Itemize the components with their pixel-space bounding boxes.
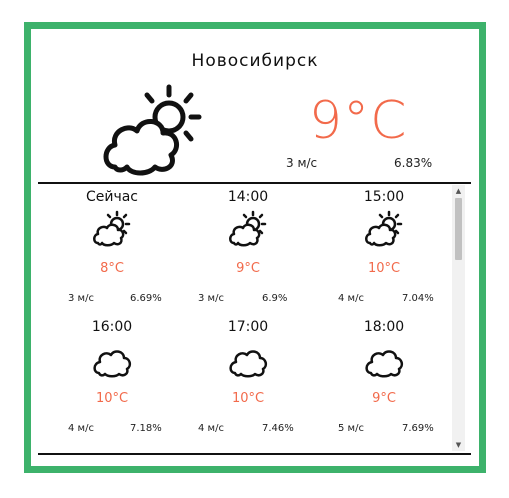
partly-cloudy-icon	[228, 209, 268, 249]
hourly-forecast-list[interactable]: Сейчас 8°C 3 м/с 6.69% 14:00 9°C 3 м/с 6.9% 15:0…	[38, 185, 466, 451]
forecast-humidity: 6.9%	[262, 293, 288, 304]
scrollbar-thumb[interactable]	[455, 198, 462, 260]
forecast-humidity: 7.18%	[130, 423, 162, 434]
forecast-temperature: 9°C	[372, 391, 396, 406]
forecast-wind: 3 м/с	[68, 293, 94, 304]
forecast-wind: 3 м/с	[198, 293, 224, 304]
forecast-wind: 4 м/с	[338, 293, 364, 304]
current-humidity: 6.83%	[394, 156, 433, 170]
forecast-humidity: 6.69%	[130, 293, 162, 304]
forecast-temperature: 10°C	[95, 391, 129, 406]
partly-cloudy-icon	[92, 209, 132, 249]
forecast-wind: 4 м/с	[198, 423, 224, 434]
bottom-divider	[38, 453, 471, 455]
scroll-up-arrow-icon[interactable]: ▲	[452, 185, 465, 197]
cloud-icon	[228, 339, 268, 379]
forecast-time: Сейчас	[85, 189, 139, 205]
cloud-icon	[92, 339, 132, 379]
forecast-wind: 4 м/с	[68, 423, 94, 434]
forecast-humidity: 7.69%	[402, 423, 434, 434]
forecast-humidity: 7.46%	[262, 423, 294, 434]
forecast-temperature: 9°C	[236, 261, 260, 276]
forecast-time: 16:00	[91, 319, 133, 335]
partly-cloudy-icon	[364, 209, 404, 249]
weather-widget: Новосибирск 9°C 3 м/с 6.83% Сейчас 8°C 3 м…	[24, 22, 486, 473]
scrollbar[interactable]: ▲ ▼	[452, 185, 465, 451]
current-wind: 3 м/с	[286, 156, 318, 170]
forecast-temperature: 8°C	[100, 261, 124, 276]
forecast-temperature: 10°C	[231, 391, 265, 406]
current-temperature: 9°C	[309, 91, 408, 151]
forecast-time: 18:00	[363, 319, 405, 335]
forecast-wind: 5 м/с	[338, 423, 364, 434]
forecast-time: 14:00	[227, 189, 269, 205]
top-divider	[38, 182, 471, 184]
cloud-icon	[364, 339, 404, 379]
forecast-time: 17:00	[227, 319, 269, 335]
forecast-temperature: 10°C	[367, 261, 401, 276]
scroll-down-arrow-icon[interactable]: ▼	[452, 439, 465, 451]
forecast-humidity: 7.04%	[402, 293, 434, 304]
partly-cloudy-icon	[103, 84, 202, 176]
forecast-time: 15:00	[363, 189, 405, 205]
city-name: Новосибирск	[191, 51, 319, 71]
